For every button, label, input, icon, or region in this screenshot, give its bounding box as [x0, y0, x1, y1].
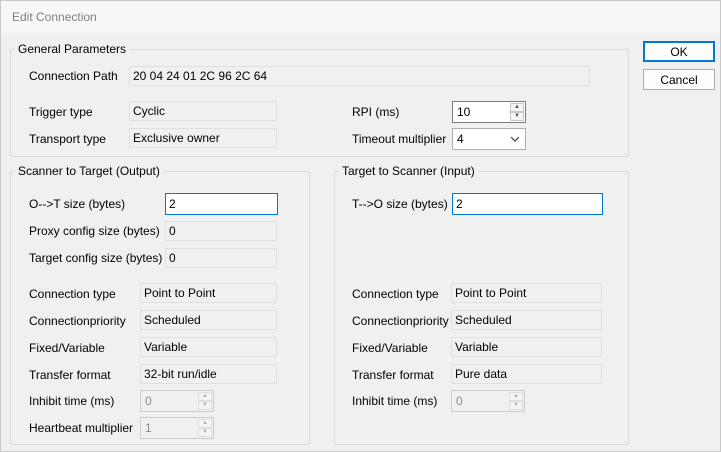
input-fixed-variable-label: Fixed/Variable	[352, 341, 428, 355]
to-size-label: T-->O size (bytes)	[352, 197, 448, 211]
general-parameters-title: General Parameters	[15, 42, 130, 56]
timeout-multiplier-value: 4	[457, 132, 464, 146]
heartbeat-multiplier-value: 1	[145, 421, 152, 435]
input-priority-label: Connectionpriority	[352, 314, 449, 328]
chevron-down-icon	[511, 136, 519, 142]
ot-size-input[interactable]	[165, 193, 278, 215]
proxy-config-size-label: Proxy config size (bytes)	[29, 224, 160, 238]
input-transfer-format-field: Pure data	[451, 364, 602, 384]
edit-connection-dialog: Edit Connection OK Cancel General Parame…	[0, 0, 721, 452]
ot-size-label: O-->T size (bytes)	[29, 197, 126, 211]
output-connection-type-field: Point to Point	[140, 283, 277, 303]
input-transfer-format-label: Transfer format	[352, 368, 434, 382]
title-bar[interactable]: Edit Connection	[1, 1, 720, 33]
spin-down-arrow-icon[interactable]: ▼	[198, 401, 212, 410]
heartbeat-multiplier-label: Heartbeat multiplier	[29, 421, 134, 435]
rpi-value: 10	[457, 105, 471, 119]
connection-path-label: Connection Path	[29, 69, 118, 83]
input-fixed-variable-field: Variable	[451, 337, 602, 357]
transport-type-label: Transport type	[29, 132, 106, 146]
output-inhibit-time-spinner[interactable]: 0 ▲ ▼	[140, 390, 214, 412]
target-config-size-field: 0	[165, 248, 277, 268]
proxy-config-size-field: 0	[165, 221, 277, 241]
connection-path-field: 20 04 24 01 2C 96 2C 64	[129, 66, 590, 86]
input-inhibit-time-label: Inhibit time (ms)	[352, 394, 438, 408]
output-transfer-format-field: 32-bit run/idle	[140, 364, 277, 384]
output-fixed-variable-label: Fixed/Variable	[29, 341, 105, 355]
output-inhibit-time-value: 0	[145, 394, 152, 408]
to-size-input[interactable]	[452, 193, 603, 215]
timeout-multiplier-label: Timeout multiplier	[352, 132, 447, 146]
heartbeat-multiplier-spinner[interactable]: 1 ▲ ▼	[140, 417, 214, 439]
spin-up-arrow-icon[interactable]: ▲	[198, 392, 212, 401]
output-priority-label: Connectionpriority	[29, 314, 126, 328]
input-inhibit-time-value: 0	[456, 394, 463, 408]
timeout-multiplier-select[interactable]: 4	[452, 128, 526, 150]
input-connection-type-label: Connection type	[352, 287, 439, 301]
output-priority-field: Scheduled	[140, 310, 277, 330]
rpi-spinner[interactable]: 10 ▲ ▼	[452, 101, 526, 123]
trigger-type-field: Cyclic	[129, 101, 277, 121]
input-group-title: Target to Scanner (Input)	[339, 164, 478, 178]
spin-up-arrow-icon[interactable]: ▲	[510, 103, 524, 112]
output-transfer-format-label: Transfer format	[29, 368, 111, 382]
output-fixed-variable-field: Variable	[140, 337, 277, 357]
window-title: Edit Connection	[12, 10, 97, 24]
output-group-title: Scanner to Target (Output)	[15, 164, 163, 178]
output-connection-type-label: Connection type	[29, 287, 116, 301]
spin-down-arrow-icon[interactable]: ▼	[510, 112, 524, 121]
transport-type-field: Exclusive owner	[129, 128, 277, 148]
ok-button[interactable]: OK	[643, 41, 715, 62]
input-priority-field: Scheduled	[451, 310, 602, 330]
target-config-size-label: Target config size (bytes)	[29, 251, 163, 265]
input-inhibit-time-spinner[interactable]: 0 ▲ ▼	[451, 390, 525, 412]
output-inhibit-time-label: Inhibit time (ms)	[29, 394, 115, 408]
spin-down-arrow-icon[interactable]: ▼	[198, 428, 212, 437]
input-connection-type-field: Point to Point	[451, 283, 602, 303]
spin-down-arrow-icon[interactable]: ▼	[509, 401, 523, 410]
rpi-label: RPI (ms)	[352, 105, 400, 119]
trigger-type-label: Trigger type	[29, 105, 93, 119]
spin-up-arrow-icon[interactable]: ▲	[198, 419, 212, 428]
spin-up-arrow-icon[interactable]: ▲	[509, 392, 523, 401]
cancel-button[interactable]: Cancel	[643, 69, 715, 90]
